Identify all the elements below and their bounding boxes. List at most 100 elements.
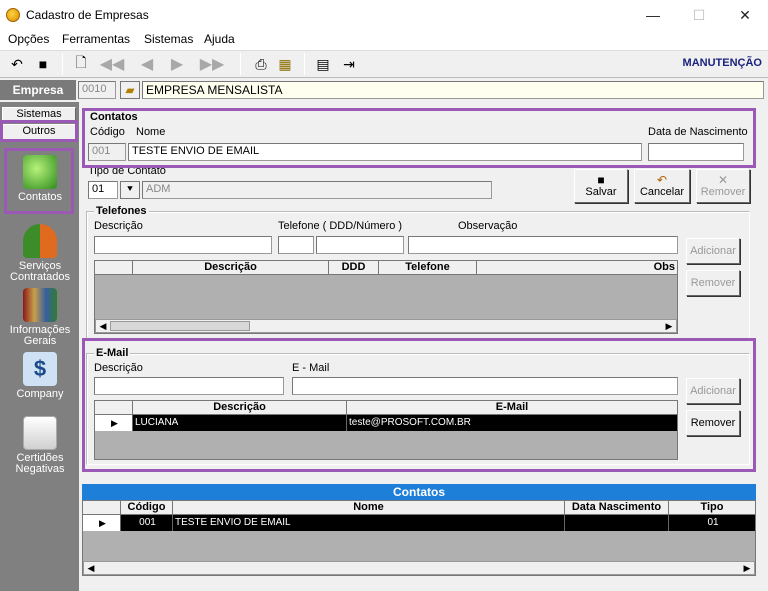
codigo-label: Código	[90, 126, 125, 138]
print-icon[interactable]: ⎙	[250, 54, 272, 74]
email-adicionar-button[interactable]: Adicionar	[686, 378, 740, 404]
telefone-field[interactable]	[316, 236, 404, 254]
contatos-group-title: Contatos	[88, 111, 140, 123]
preview-icon[interactable]: 🗋	[70, 54, 92, 74]
contacts-icon	[23, 155, 57, 189]
save-icon: ■	[597, 173, 605, 187]
ddd-field[interactable]	[278, 236, 314, 254]
sidebar-item-servicos[interactable]: Serviços Contratados	[2, 224, 78, 283]
email-grid-header: Descrição E-Mail	[95, 401, 677, 415]
col-tipo[interactable]: Tipo	[669, 501, 755, 514]
email-label: E - Mail	[292, 362, 330, 374]
contatos-row[interactable]: ▶ 001 TESTE ENVIO DE EMAIL 01	[83, 515, 755, 531]
first-record-icon[interactable]: ◀◀	[94, 54, 130, 74]
telefones-grid: Descrição DDD Telefone Obs ◀ ▶	[94, 260, 678, 334]
telefones-grid-header: Descrição DDD Telefone Obs	[95, 261, 677, 275]
sidebar-item-certidoes[interactable]: Certidões Negativas	[2, 416, 78, 475]
menu-sistemas[interactable]: Sistemas	[144, 32, 193, 46]
document-search-icon[interactable]: ▤	[312, 54, 334, 74]
certificate-icon	[23, 416, 57, 450]
menu-ferramentas[interactable]: Ferramentas	[62, 32, 130, 46]
dropdown-arrow-icon[interactable]: ⯆	[120, 181, 140, 199]
tel-remover-button[interactable]: Remover	[686, 270, 740, 296]
remover-contato-button[interactable]: ✕ Remover	[696, 169, 750, 203]
email-descricao-label: Descrição	[94, 362, 143, 374]
nome-label: Nome	[136, 126, 166, 138]
sidebar-tab-sistemas[interactable]: Sistemas	[2, 107, 76, 123]
email-row[interactable]: ▶ LUCIANA teste@PROSOFT.COM.BR	[95, 415, 677, 431]
people-icon	[23, 224, 57, 258]
tel-descricao-field[interactable]	[94, 236, 272, 254]
cancelar-button[interactable]: ↶ Cancelar	[634, 169, 690, 203]
email-remover-button[interactable]: Remover	[686, 410, 740, 436]
maximize-button[interactable]: ☐	[676, 0, 722, 30]
tipo-contato-code[interactable]: 01	[88, 181, 118, 199]
row-pointer-icon: ▶	[83, 515, 121, 531]
mode-label: MANUTENÇÃO	[682, 57, 762, 69]
contatos-hscroll[interactable]: ◀ ▶	[83, 561, 755, 575]
sidebar-item-company[interactable]: $ Company	[2, 352, 78, 400]
x-icon: ✕	[717, 173, 729, 187]
telefone-label: Telefone ( DDD/Número )	[278, 220, 403, 232]
col-telefone[interactable]: Telefone	[379, 261, 477, 274]
empresa-label: Empresa	[0, 80, 76, 100]
window-title: Cadastro de Empresas	[26, 8, 149, 22]
contatos-grid-header: Código Nome Data Nascimento Tipo	[83, 501, 755, 515]
col-data-nascimento[interactable]: Data Nascimento	[565, 501, 669, 514]
email-grid: Descrição E-Mail ▶ LUCIANA teste@PROSOFT…	[94, 400, 678, 460]
observacao-label: Observação	[458, 220, 518, 232]
sidebar-item-contatos[interactable]: Contatos	[2, 155, 78, 203]
contatos-row-codigo: 001	[121, 515, 173, 531]
observacao-field[interactable]	[408, 236, 678, 254]
salvar-button[interactable]: ■ Salvar	[574, 169, 628, 203]
nome-field[interactable]: TESTE ENVIO DE EMAIL	[128, 143, 642, 161]
row-pointer-icon: ▶	[95, 415, 133, 431]
email-descricao-field[interactable]	[94, 377, 284, 395]
col-email-descricao[interactable]: Descrição	[133, 401, 347, 414]
tel-hscroll[interactable]: ◀ ▶	[95, 319, 677, 333]
nascimento-field[interactable]	[648, 143, 744, 161]
previous-record-icon[interactable]: ◀	[134, 54, 160, 74]
next-record-icon[interactable]: ▶	[164, 54, 190, 74]
tipo-contato-desc: ADM	[142, 181, 492, 199]
sidebar-tab-outros[interactable]: Outros	[2, 124, 76, 140]
contatos-grid: Código Nome Data Nascimento Tipo ▶ 001 T…	[82, 500, 756, 576]
col-obs[interactable]: Obs	[477, 261, 677, 274]
report-icon[interactable]: ▦	[274, 54, 296, 74]
books-icon	[23, 288, 57, 322]
money-icon: $	[23, 352, 57, 386]
tel-adicionar-button[interactable]: Adicionar	[686, 238, 740, 264]
exit-icon[interactable]: ⇥	[338, 54, 360, 74]
folder-open-icon[interactable]: ▰	[120, 81, 140, 99]
minimize-button[interactable]: —	[630, 0, 676, 30]
save-icon[interactable]: ■	[32, 54, 54, 74]
contatos-row-nascimento	[565, 515, 669, 531]
col-email[interactable]: E-Mail	[347, 401, 677, 414]
contatos-row-tipo: 01	[707, 517, 719, 528]
contatos-grid-title: Contatos	[82, 484, 756, 500]
menu-ajuda[interactable]: Ajuda	[204, 32, 235, 46]
email-title: E-Mail	[94, 347, 131, 359]
contatos-row-nome: TESTE ENVIO DE EMAIL	[173, 515, 565, 531]
nascimento-label: Data de Nascimento	[648, 126, 748, 138]
codigo-field[interactable]: 001	[88, 143, 126, 161]
close-button[interactable]: ✕	[722, 0, 768, 30]
telefones-title: Telefones	[94, 205, 149, 217]
last-record-icon[interactable]: ▶▶	[194, 54, 230, 74]
col-nome[interactable]: Nome	[173, 501, 565, 514]
sidebar-item-informacoes[interactable]: Informações Gerais	[2, 288, 78, 347]
col-descricao[interactable]: Descrição	[133, 261, 329, 274]
email-row-email: teste@PROSOFT.COM.BR	[349, 417, 471, 428]
tel-descricao-label: Descrição	[94, 220, 143, 232]
email-row-descricao: LUCIANA	[133, 415, 347, 431]
tipo-contato-label: Tipo de Contato	[88, 165, 166, 177]
empresa-code-field[interactable]: 0010	[78, 81, 116, 99]
col-codigo[interactable]: Código	[121, 501, 173, 514]
col-ddd[interactable]: DDD	[329, 261, 379, 274]
undo-icon: ↶	[656, 173, 668, 187]
undo-icon[interactable]: ↶	[6, 54, 28, 74]
app-icon	[6, 8, 20, 22]
empresa-name-field[interactable]: EMPRESA MENSALISTA	[142, 81, 764, 99]
email-field[interactable]	[292, 377, 678, 395]
menu-opcoes[interactable]: Opções	[8, 32, 49, 46]
